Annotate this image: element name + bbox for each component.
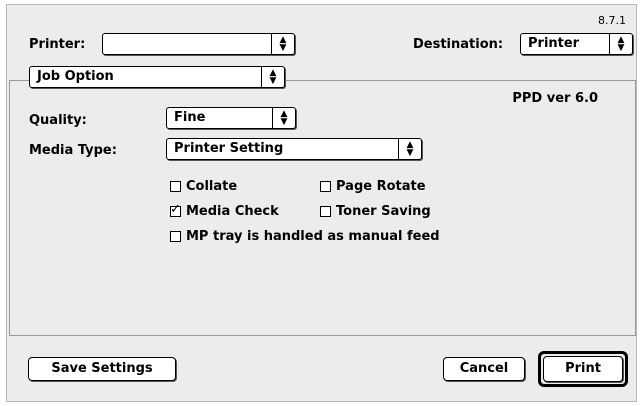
mp-tray-manual-feed-checkbox[interactable]: MP tray is handled as manual feed <box>170 229 440 244</box>
collate-label: Collate <box>186 179 238 194</box>
print-button[interactable]: Print <box>543 356 623 382</box>
media-type-value: Printer Setting <box>174 141 284 156</box>
popup-arrows-icon: ▲ ▼ <box>609 34 632 54</box>
print-dialog: 8.7.1 Printer: ▲ ▼ Destination: Printer ▲… <box>6 4 637 402</box>
popup-arrows-icon: ▲ ▼ <box>398 139 421 159</box>
checkbox-box[interactable] <box>170 231 181 242</box>
printer-label: Printer: <box>29 37 86 52</box>
media-type-popup[interactable]: Printer Setting ▲ ▼ <box>166 138 422 160</box>
quality-label: Quality: <box>29 113 87 128</box>
toner-saving-label: Toner Saving <box>336 204 431 219</box>
checkbox-box[interactable] <box>320 206 331 217</box>
checkbox-box[interactable] <box>320 181 331 192</box>
checkmark-icon[interactable] <box>170 202 181 218</box>
quality-popup[interactable]: Fine ▲ ▼ <box>166 107 296 129</box>
ppd-version-label: PPD ver 6.0 <box>512 91 598 106</box>
version-label: 8.7.1 <box>598 14 626 27</box>
toner-saving-checkbox[interactable]: Toner Saving <box>320 204 431 219</box>
page-rotate-label: Page Rotate <box>336 179 426 194</box>
panel-select-popup[interactable]: Job Option ▲ ▼ <box>29 66 285 88</box>
destination-popup[interactable]: Printer ▲ ▼ <box>520 33 633 55</box>
destination-value: Printer <box>528 36 580 51</box>
media-type-label: Media Type: <box>29 143 117 158</box>
quality-value: Fine <box>174 110 206 125</box>
cancel-button[interactable]: Cancel <box>443 357 525 381</box>
collate-checkbox[interactable]: Collate <box>170 179 237 194</box>
media-check-label: Media Check <box>186 204 279 219</box>
popup-arrows-icon: ▲ ▼ <box>261 67 284 87</box>
panel-select-value: Job Option <box>37 69 114 84</box>
popup-arrows-icon: ▲ ▼ <box>271 34 294 54</box>
printer-popup[interactable]: ▲ ▼ <box>102 33 295 55</box>
mp-tray-label: MP tray is handled as manual feed <box>186 229 440 244</box>
destination-label: Destination: <box>413 37 504 52</box>
save-settings-button[interactable]: Save Settings <box>28 357 176 381</box>
popup-arrows-icon: ▲ ▼ <box>272 108 295 128</box>
page-rotate-checkbox[interactable]: Page Rotate <box>320 179 426 194</box>
media-check-checkbox[interactable]: Media Check <box>170 202 279 219</box>
checkbox-box[interactable] <box>170 181 181 192</box>
